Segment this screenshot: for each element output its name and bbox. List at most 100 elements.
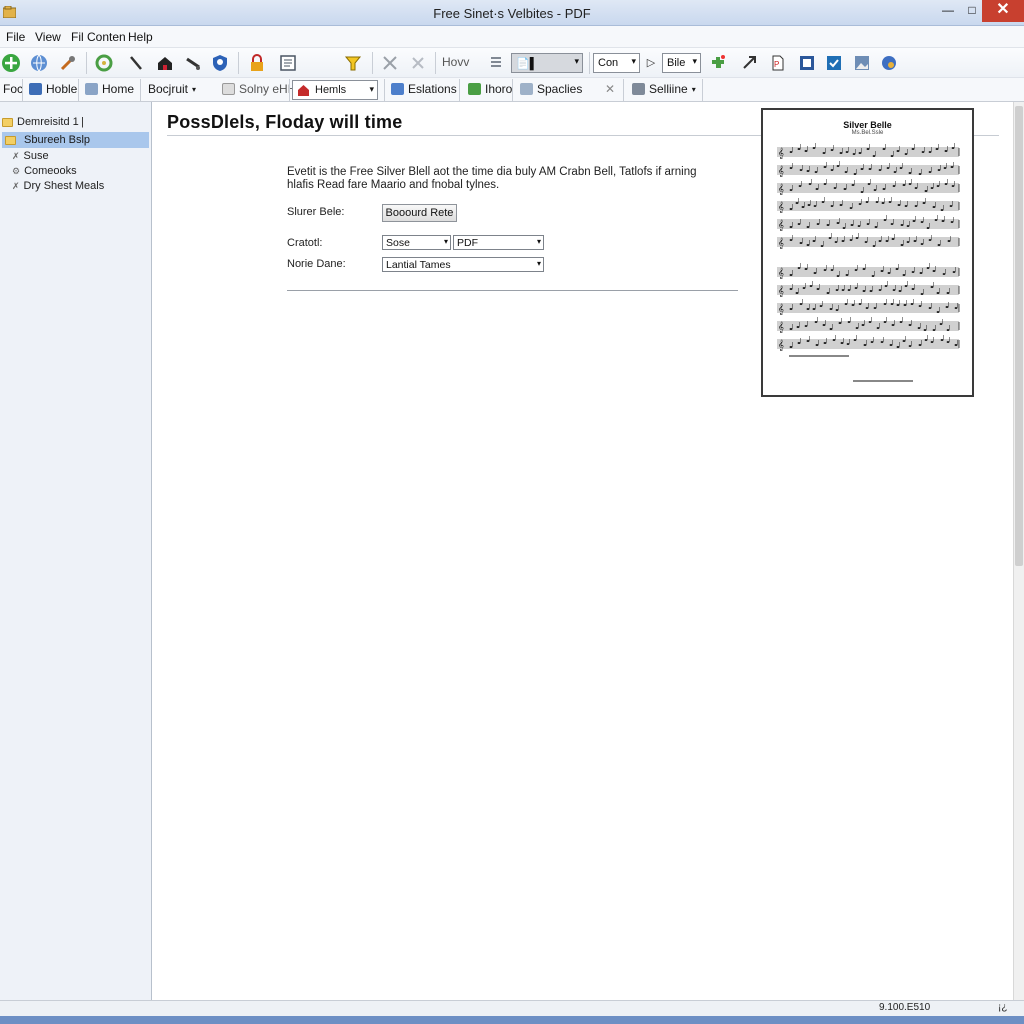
note-head — [846, 343, 850, 345]
note-head — [899, 321, 903, 323]
house-icon — [298, 85, 309, 96]
scrollbar-thumb[interactable] — [1015, 106, 1023, 566]
home-button[interactable]: Home — [85, 82, 134, 96]
note-head — [868, 321, 872, 323]
document-icon[interactable] — [278, 53, 298, 73]
chevron-down-icon: ▾ — [536, 259, 541, 268]
norie-label: Norie Dane: — [287, 258, 346, 270]
arrow-icon[interactable] — [740, 53, 760, 73]
note-head — [815, 344, 819, 346]
menu-fil-conten[interactable]: Fil Conten — [71, 30, 126, 44]
note-head — [847, 321, 851, 323]
shield-icon[interactable] — [210, 53, 230, 73]
page-combo[interactable]: 📄▌ ▾ — [511, 53, 583, 73]
note-head — [799, 169, 803, 171]
note-head — [851, 304, 855, 306]
music-staves: 𝄞 𝄞 𝄞 𝄞 𝄞 𝄞 𝄞 𝄞 𝄞 𝄞 𝄞 — [777, 143, 960, 382]
note-head — [822, 152, 826, 154]
note-head — [860, 191, 864, 193]
note-head — [860, 168, 864, 170]
sidebar-item-search[interactable]: Sbureeh Bslp — [2, 132, 149, 148]
note-head — [872, 245, 876, 247]
minimize-button[interactable]: — — [936, 0, 960, 22]
word-icon[interactable] — [797, 53, 817, 73]
pdf-icon[interactable]: P — [768, 53, 788, 73]
add-icon[interactable] — [1, 53, 21, 73]
hemls-combo[interactable]: Hemls ▾ — [292, 80, 378, 100]
foc-button[interactable]: Foc — [3, 82, 23, 96]
recycle-icon[interactable] — [94, 53, 114, 73]
selliine-button[interactable]: Selliine ▾ — [632, 82, 696, 96]
puzzle-icon[interactable] — [708, 53, 728, 73]
note-head — [830, 205, 834, 207]
note-head — [899, 167, 903, 169]
note-head — [789, 226, 793, 228]
link-icon[interactable] — [183, 53, 203, 73]
spaclies-button[interactable]: Spaclies — [520, 82, 582, 96]
sidebar-item-root[interactable]: Demreisitd 1 | — [2, 114, 84, 130]
lock-icon[interactable] — [247, 53, 267, 73]
note-head — [932, 329, 936, 331]
note-head — [809, 285, 813, 287]
pin-small-icon: ✗ — [12, 180, 20, 191]
home-icon[interactable] — [155, 53, 175, 73]
note-head — [807, 204, 811, 206]
ihoro-button[interactable]: Ihoro — [468, 82, 512, 96]
chevron-down-icon: ▾ — [443, 237, 448, 246]
list-icon[interactable] — [486, 53, 506, 73]
eslations-button[interactable]: Eslations — [391, 82, 457, 96]
menu-help[interactable]: Help — [128, 30, 153, 44]
note-head — [908, 183, 912, 185]
how-label[interactable]: Hovv — [442, 55, 469, 69]
sidebar-item-dry-sheet[interactable]: ✗ Dry Shest Meals — [12, 178, 104, 194]
note-head — [806, 308, 810, 310]
norie-select[interactable]: Lantial Tames ▾ — [382, 257, 544, 272]
settings-globe-icon[interactable] — [879, 53, 899, 73]
image-icon[interactable] — [852, 53, 872, 73]
silver-label: Slurer Bele: — [287, 206, 345, 218]
pen-icon[interactable] — [126, 53, 146, 73]
check-icon[interactable] — [824, 53, 844, 73]
note-head — [932, 270, 936, 272]
menu-file[interactable]: File — [6, 30, 25, 44]
note-head — [863, 344, 867, 346]
sheet-music-preview[interactable]: Silver Belle Ms.Bel.Ssle 𝄞 𝄞 𝄞 𝄞 𝄞 𝄞 𝄞 𝄞 𝄞 𝄞 𝄞 — [761, 108, 974, 397]
format-select[interactable]: PDF ▾ — [453, 235, 544, 250]
cut-icon[interactable] — [380, 53, 400, 73]
note-head — [889, 344, 893, 346]
sidebar-item-suse[interactable]: ✗ Suse — [12, 148, 49, 164]
board-rate-button[interactable]: Booourd Rete — [382, 204, 457, 222]
vertical-scrollbar[interactable] — [1013, 102, 1024, 1000]
note-head — [812, 240, 816, 242]
close-tab-icon[interactable]: ✕ — [605, 82, 615, 96]
close-button[interactable]: ✕ — [982, 0, 1024, 22]
note-head — [872, 155, 876, 157]
cratotl-select[interactable]: Sose ▾ — [382, 235, 451, 250]
highlighter-icon[interactable] — [343, 53, 363, 73]
note-head — [862, 290, 866, 292]
sidebar-item-comeooks[interactable]: ⚙ Comeooks — [12, 163, 77, 179]
note-head — [858, 303, 862, 305]
hoble-button[interactable]: Hoble — [29, 82, 77, 96]
globe-icon[interactable] — [29, 53, 49, 73]
tools-icon[interactable] — [58, 53, 78, 73]
status-coordinates: 9.100.E510 — [879, 1002, 931, 1013]
delete-icon[interactable] — [408, 53, 428, 73]
note-head — [936, 185, 940, 187]
note-head — [836, 275, 840, 277]
size-combo[interactable]: Bile ▾ — [662, 53, 701, 73]
note-head — [911, 271, 915, 273]
menu-view[interactable]: View — [35, 30, 61, 44]
note-head — [896, 150, 900, 152]
note-head — [950, 221, 954, 223]
note-head — [855, 327, 859, 329]
note-head — [945, 306, 949, 308]
note-head — [903, 304, 907, 306]
maximize-button[interactable]: □ — [960, 0, 984, 22]
note-head — [830, 169, 834, 171]
play-icon[interactable]: ▷ — [641, 53, 661, 73]
title-bar: Free Sinet·s Velbites - PDF — □ ✕ — [0, 0, 1024, 26]
bocjruit-button[interactable]: Bocjruit ▾ — [148, 82, 196, 96]
note-head — [823, 342, 827, 344]
font-combo[interactable]: Con ▾ — [593, 53, 640, 73]
